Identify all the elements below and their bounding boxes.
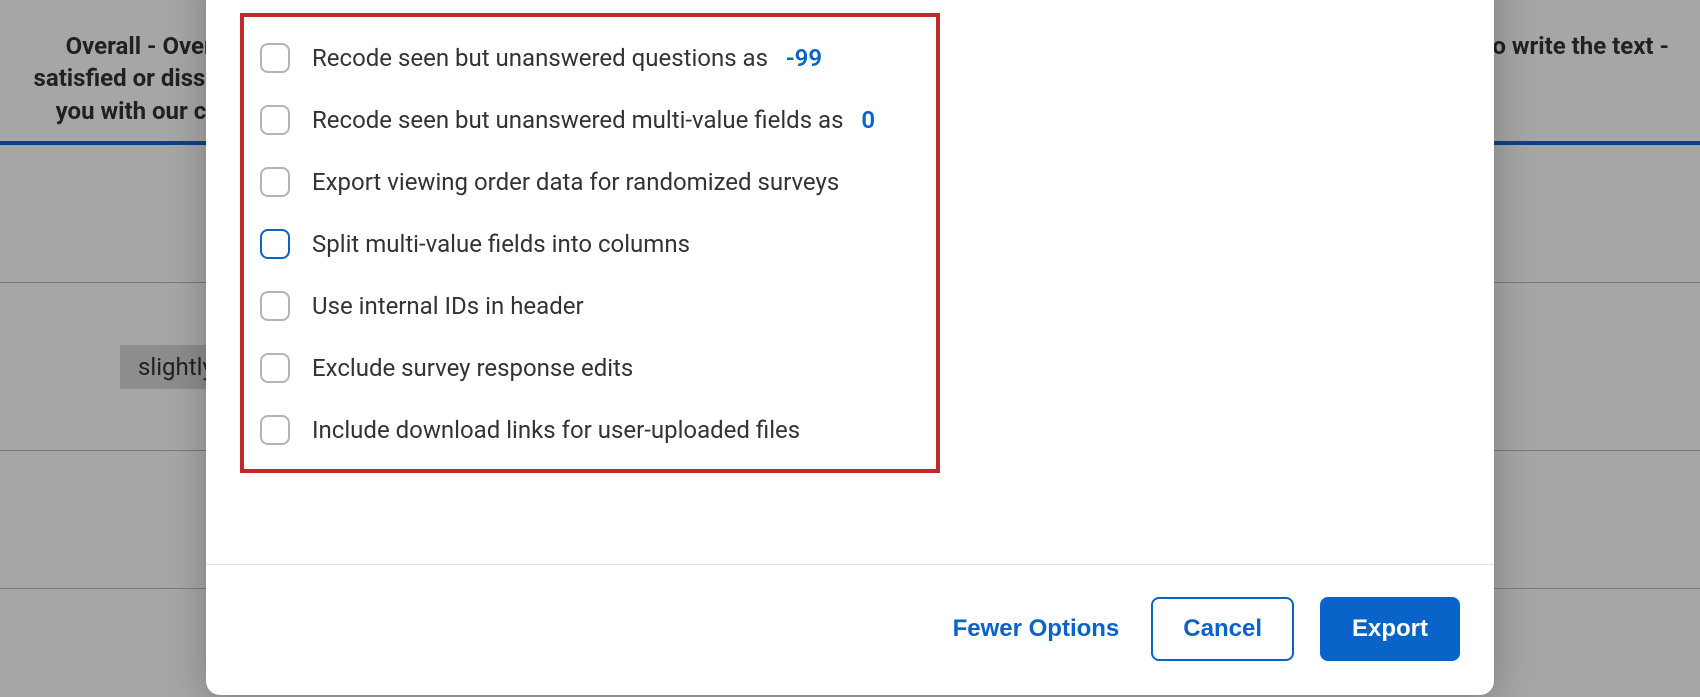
option-internal-ids: Use internal IDs in header: [260, 291, 920, 321]
option-recode-unanswered-questions: Recode seen but unanswered questions as …: [260, 43, 920, 73]
option-label: Use internal IDs in header: [312, 292, 584, 321]
checkbox-internal-ids[interactable]: [260, 291, 290, 321]
option-exclude-edits: Exclude survey response edits: [260, 353, 920, 383]
export-options-modal: Recode seen but unanswered questions as …: [206, 0, 1494, 695]
modal-body: Recode seen but unanswered questions as …: [206, 0, 1494, 564]
option-label: Split multi-value fields into columns: [312, 230, 690, 259]
option-label: Exclude survey response edits: [312, 354, 633, 383]
option-export-viewing-order: Export viewing order data for randomized…: [260, 167, 920, 197]
fewer-options-button[interactable]: Fewer Options: [947, 605, 1126, 653]
checkbox-recode-unanswered-questions[interactable]: [260, 43, 290, 73]
export-button[interactable]: Export: [1320, 597, 1460, 661]
option-include-download-links: Include download links for user-uploaded…: [260, 415, 920, 445]
option-split-multivalue: Split multi-value fields into columns: [260, 229, 920, 259]
options-highlight-box: Recode seen but unanswered questions as …: [240, 13, 940, 473]
checkbox-split-multivalue[interactable]: [260, 229, 290, 259]
option-label: Recode seen but unanswered questions as …: [312, 44, 822, 73]
option-label: Include download links for user-uploaded…: [312, 416, 800, 445]
option-label: Recode seen but unanswered multi-value f…: [312, 106, 875, 135]
editable-value-recode-questions[interactable]: -99: [786, 44, 822, 72]
checkbox-exclude-edits[interactable]: [260, 353, 290, 383]
cancel-button[interactable]: Cancel: [1151, 597, 1294, 661]
checkbox-include-download-links[interactable]: [260, 415, 290, 445]
option-label: Export viewing order data for randomized…: [312, 168, 839, 197]
checkbox-export-viewing-order[interactable]: [260, 167, 290, 197]
modal-footer: Fewer Options Cancel Export: [206, 564, 1494, 695]
editable-value-recode-multivalue[interactable]: 0: [861, 106, 875, 134]
option-recode-unanswered-multivalue: Recode seen but unanswered multi-value f…: [260, 105, 920, 135]
checkbox-recode-unanswered-multivalue[interactable]: [260, 105, 290, 135]
